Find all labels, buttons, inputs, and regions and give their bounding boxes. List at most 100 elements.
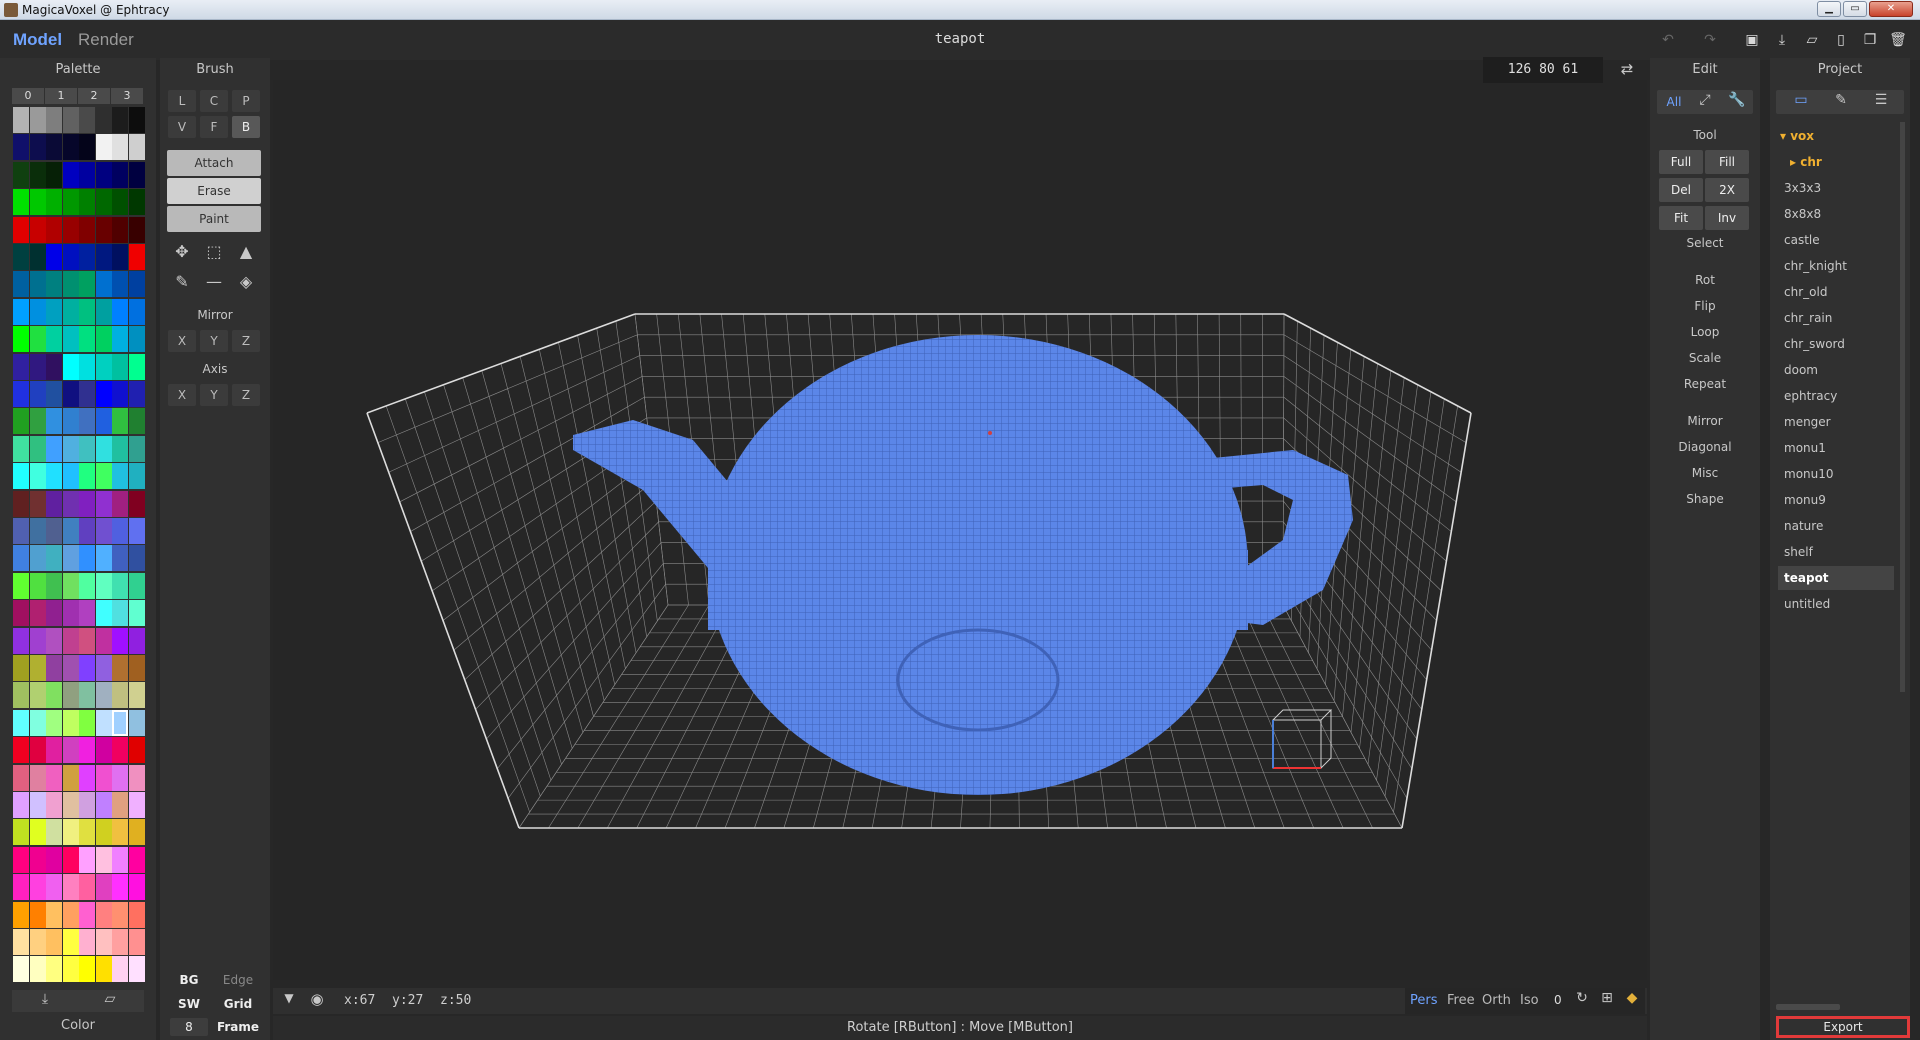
dropdown-arrow-icon[interactable]: ▼ — [280, 991, 298, 1005]
palette-swatch[interactable] — [95, 408, 112, 435]
palette-swatch[interactable] — [13, 874, 29, 901]
palette-swatch[interactable] — [13, 408, 29, 435]
palette-swatch[interactable] — [128, 161, 145, 188]
palette-swatch[interactable] — [62, 435, 79, 462]
palette-swatch[interactable] — [112, 463, 128, 490]
palette-swatch[interactable] — [46, 244, 62, 270]
palette-swatch[interactable] — [79, 408, 95, 435]
palette-swatch[interactable] — [112, 901, 128, 928]
palette-swatch[interactable] — [95, 929, 112, 955]
palette-swatch[interactable] — [112, 709, 128, 736]
palette-swatch[interactable] — [13, 244, 29, 270]
line-tool-icon[interactable]: — — [204, 272, 224, 291]
palette-swatch[interactable] — [112, 792, 128, 818]
palette-swatch[interactable] — [112, 600, 128, 627]
palette-swatch[interactable] — [62, 161, 79, 188]
palette-page-1[interactable]: 1 — [45, 88, 77, 104]
wrench-icon[interactable]: 🔧 — [1726, 92, 1748, 108]
palette-swatch[interactable] — [13, 709, 29, 736]
palette-swatch[interactable] — [79, 655, 95, 681]
camera-icon[interactable]: ◉ — [307, 990, 327, 1008]
palette-swatch[interactable] — [112, 846, 128, 873]
edit-rot[interactable]: Rot — [1650, 273, 1760, 287]
palette-swatch[interactable] — [79, 189, 95, 216]
project-item[interactable]: doom — [1784, 358, 1894, 382]
palette-swatch[interactable] — [62, 709, 79, 736]
edge-toggle[interactable]: Edge — [216, 970, 260, 990]
palette-swatch[interactable] — [46, 709, 62, 736]
palette-swatch[interactable] — [95, 819, 112, 846]
view-free[interactable]: Free — [1447, 993, 1475, 1008]
palette-swatch[interactable] — [29, 408, 46, 435]
swap-icon[interactable]: ⇄ — [1616, 60, 1638, 78]
palette-swatch[interactable] — [29, 792, 46, 818]
project-item[interactable]: 3x3x3 — [1784, 176, 1894, 200]
view-cube-icon[interactable] — [1272, 709, 1333, 769]
palette-swatch[interactable] — [128, 655, 145, 681]
palette-swatch[interactable] — [112, 298, 128, 325]
palette-swatch[interactable] — [13, 490, 29, 517]
palette-swatch[interactable] — [62, 874, 79, 901]
palette-swatch[interactable] — [95, 764, 112, 791]
palette-swatch[interactable] — [13, 655, 29, 681]
palette-swatch[interactable] — [13, 353, 29, 380]
palette-swatch[interactable] — [112, 874, 128, 901]
palette-swatch[interactable] — [29, 353, 46, 380]
palette-swatch[interactable] — [79, 792, 95, 818]
brush-mode-paint[interactable]: Paint — [167, 206, 261, 232]
palette-swatch[interactable] — [29, 463, 46, 490]
palette-swatch[interactable] — [95, 134, 112, 161]
project-item[interactable]: shelf — [1784, 540, 1894, 564]
palette-swatch[interactable] — [95, 353, 112, 380]
brush-mode-attach[interactable]: Attach — [167, 150, 261, 176]
palette-swatch[interactable] — [62, 545, 79, 572]
brush-mode-erase[interactable]: Erase — [167, 178, 261, 204]
palette-swatch[interactable] — [29, 600, 46, 627]
brush-shape-v[interactable]: V — [168, 116, 196, 138]
palette-swatch[interactable] — [13, 381, 29, 407]
palette-swatch[interactable] — [46, 490, 62, 517]
brush-shape-p[interactable]: P — [232, 90, 260, 112]
palette-swatch[interactable] — [62, 189, 79, 216]
palette-swatch[interactable] — [13, 819, 29, 846]
palette-swatch[interactable] — [62, 463, 79, 490]
frame-toggle[interactable]: Frame — [216, 1018, 260, 1036]
edit-flip[interactable]: Flip — [1650, 299, 1760, 313]
palette-swatch[interactable] — [112, 326, 128, 353]
folder-icon[interactable]: ▭ — [1790, 92, 1812, 108]
project-item[interactable]: untitled — [1784, 592, 1894, 616]
palette-swatch[interactable] — [46, 271, 62, 298]
palette-swatch[interactable] — [29, 490, 46, 517]
palette-swatch[interactable] — [79, 381, 95, 407]
palette-swatch[interactable] — [13, 901, 29, 928]
palette-swatch[interactable] — [95, 298, 112, 325]
palette-swatch[interactable] — [29, 189, 46, 216]
palette-swatch[interactable] — [46, 792, 62, 818]
palette-swatch[interactable] — [46, 518, 62, 544]
palette-swatch[interactable] — [46, 737, 62, 764]
palette-swatch[interactable] — [29, 572, 46, 599]
palette-swatch[interactable] — [112, 244, 128, 270]
palette-swatch[interactable] — [29, 107, 46, 133]
palette-swatch[interactable] — [79, 682, 95, 709]
palette-swatch[interactable] — [95, 463, 112, 490]
palette-swatch[interactable] — [29, 326, 46, 353]
palette-page-0[interactable]: 0 — [12, 88, 44, 104]
project-scrollbar[interactable] — [1900, 122, 1905, 692]
palette-swatch[interactable] — [95, 271, 112, 298]
mirror-y[interactable]: Y — [200, 330, 228, 352]
reset-view-icon[interactable]: ↻ — [1573, 990, 1591, 1006]
palette-swatch[interactable] — [128, 627, 145, 654]
palette-swatch[interactable] — [13, 956, 29, 983]
palette-swatch[interactable] — [29, 709, 46, 736]
bucket-icon[interactable]: ◈ — [236, 272, 256, 291]
palette-swatch[interactable] — [62, 901, 79, 928]
palette-swatch[interactable] — [46, 819, 62, 846]
list-icon[interactable]: ☰ — [1870, 92, 1892, 108]
palette-swatch[interactable] — [13, 792, 29, 818]
project-item[interactable]: chr_old — [1784, 280, 1894, 304]
palette-swatch[interactable] — [112, 490, 128, 517]
minimize-button[interactable]: ▁ — [1817, 1, 1841, 17]
palette-swatch[interactable] — [112, 408, 128, 435]
palette-swatch[interactable] — [128, 244, 145, 270]
